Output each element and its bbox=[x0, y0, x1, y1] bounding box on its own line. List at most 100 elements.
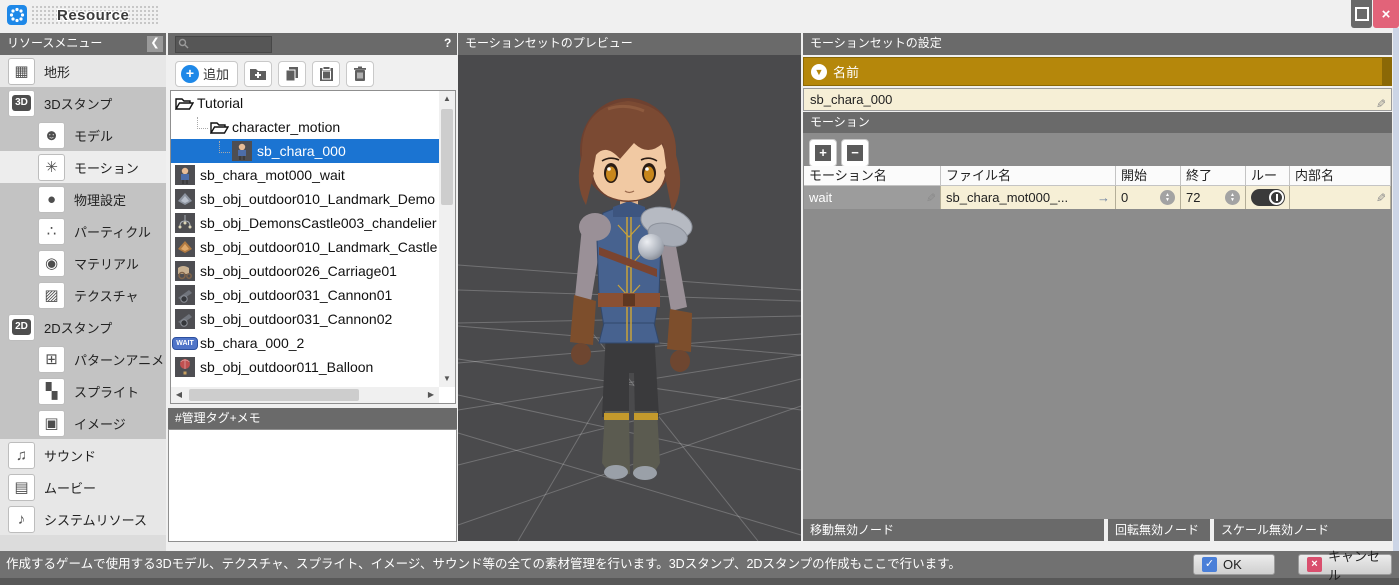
tree-item[interactable]: sb_obj_outdoor031_Cannon01 bbox=[171, 283, 439, 307]
sidebar-item-label: テクスチャ bbox=[74, 286, 138, 305]
tree-item-label: sb_chara_000_2 bbox=[200, 335, 304, 351]
sidebar-item-system-resource[interactable]: ♪システムリソース bbox=[0, 503, 166, 535]
sidebar-item-sound[interactable]: ♫サウンド bbox=[0, 439, 166, 471]
sidebar-item-label: パターンアニメ bbox=[74, 350, 164, 369]
scale-disabled-node-header[interactable]: スケール無効ノード bbox=[1214, 519, 1392, 541]
duplicate-icon bbox=[284, 66, 300, 82]
add-button[interactable]: + 追加 bbox=[175, 61, 238, 87]
motion-name-cell[interactable]: wait✎ bbox=[804, 186, 941, 209]
scroll-up-icon[interactable]: ▲ bbox=[439, 91, 455, 107]
file-name-cell[interactable]: sb_chara_mot000_...→ bbox=[941, 186, 1116, 209]
tree-item[interactable]: sb_obj_outdoor026_Carriage01 bbox=[171, 259, 439, 283]
close-button[interactable]: × bbox=[1373, 0, 1399, 28]
tree-item[interactable]: sb_chara_000 bbox=[171, 139, 439, 163]
tree-horizontal-scrollbar[interactable]: ◀ ▶ bbox=[171, 387, 439, 403]
physics-icon: ● bbox=[38, 186, 65, 213]
landmark-orange-thumbnail-icon bbox=[175, 237, 195, 257]
delete-button[interactable] bbox=[346, 61, 374, 87]
memo-textarea[interactable] bbox=[168, 429, 457, 542]
motion-tree: Tutorialcharacter_motionsb_chara_000sb_c… bbox=[170, 90, 456, 404]
sidebar-item-particle[interactable]: ∴パーティクル bbox=[0, 215, 166, 247]
memo-header: #管理タグ+メモ bbox=[168, 408, 457, 429]
motion-name-value: wait bbox=[809, 186, 925, 209]
scroll-down-icon[interactable]: ▼ bbox=[439, 371, 455, 387]
tree-folder[interactable]: Tutorial bbox=[171, 91, 439, 115]
tree-folder[interactable]: character_motion bbox=[171, 115, 439, 139]
sidebar-item-sprite[interactable]: ▚スプライト bbox=[0, 375, 166, 407]
tree-connector bbox=[197, 117, 208, 129]
memo-header-label: #管理タグ+メモ bbox=[175, 411, 261, 425]
plus-icon: + bbox=[815, 145, 831, 161]
status-bar: 作成するゲームで使用する3Dモデル、テクスチャ、スプライト、イメージ、サウンド等… bbox=[0, 551, 1399, 578]
folder-icon bbox=[210, 120, 229, 135]
sidebar-item-stamp-3d[interactable]: 3D3Dスタンプ bbox=[0, 87, 166, 119]
material-icon: ◉ bbox=[38, 250, 65, 277]
motion-icon: ✳ bbox=[38, 154, 65, 181]
new-folder-button[interactable] bbox=[244, 61, 272, 87]
help-button[interactable]: ? bbox=[444, 36, 451, 50]
loop-cell[interactable] bbox=[1246, 186, 1290, 209]
sidebar-item-pattern-anime[interactable]: ⊞パターンアニメ bbox=[0, 343, 166, 375]
tree-item[interactable]: sb_obj_outdoor011_Balloon bbox=[171, 355, 439, 379]
search-input[interactable] bbox=[175, 36, 272, 53]
sidebar-item-label: マテリアル bbox=[74, 254, 139, 273]
rotation-disabled-node-header[interactable]: 回転無効ノード bbox=[1108, 519, 1210, 541]
horizontal-scroll-thumb[interactable] bbox=[189, 389, 359, 401]
duplicate-button[interactable] bbox=[278, 61, 306, 87]
preview-viewport[interactable] bbox=[458, 55, 801, 541]
tree-vertical-scrollbar[interactable]: ▲ ▼ bbox=[439, 91, 455, 387]
sidebar-collapse-button[interactable]: ❮ bbox=[147, 36, 163, 52]
stepper-icon[interactable]: ▲▼ bbox=[1160, 190, 1175, 205]
tree-item[interactable]: sb_obj_DemonsCastle003_chandelier bbox=[171, 211, 439, 235]
title-bar[interactable]: Resource bbox=[0, 0, 1399, 30]
ok-button[interactable]: ✓ OK bbox=[1193, 554, 1275, 575]
vertical-scroll-thumb[interactable] bbox=[441, 109, 453, 205]
internal-name-cell[interactable]: ✎ bbox=[1290, 186, 1391, 209]
name-section-edge bbox=[1382, 58, 1391, 85]
loop-toggle[interactable] bbox=[1251, 189, 1285, 206]
tree-item[interactable]: sb_obj_outdoor010_Landmark_Demo bbox=[171, 187, 439, 211]
tree-item[interactable]: sb_obj_outdoor031_Cannon02 bbox=[171, 307, 439, 331]
terrain-icon: ▦ bbox=[8, 58, 35, 85]
sidebar-item-movie[interactable]: ▤ムービー bbox=[0, 471, 166, 503]
cross-icon: × bbox=[1307, 557, 1322, 572]
cancel-button[interactable]: × キャンセル bbox=[1298, 554, 1392, 575]
sidebar-item-motion[interactable]: ✳モーション bbox=[0, 151, 166, 183]
remove-motion-button[interactable]: − bbox=[841, 139, 869, 167]
name-section-bar[interactable]: ▼ 名前 bbox=[803, 57, 1392, 86]
sidebar-item-model[interactable]: ☻モデル bbox=[0, 119, 166, 151]
end-frame-cell[interactable]: 72▲▼ bbox=[1181, 186, 1246, 209]
tree-item-label: sb_obj_outdoor011_Balloon bbox=[200, 359, 373, 375]
sidebar-item-image[interactable]: ▣イメージ bbox=[0, 407, 166, 439]
sidebar-item-physics[interactable]: ●物理設定 bbox=[0, 183, 166, 215]
motion-table-data-row[interactable]: wait✎sb_chara_mot000_...→0▲▼72▲▼✎ bbox=[804, 186, 1391, 209]
column-header: ループ bbox=[1246, 166, 1290, 186]
character-preview bbox=[570, 98, 695, 480]
sidebar-item-material[interactable]: ◉ マテリアル bbox=[0, 247, 166, 279]
sidebar-item-texture[interactable]: ▨テクスチャ bbox=[0, 279, 166, 311]
cannon-thumbnail-icon bbox=[175, 309, 195, 329]
file-name-value: sb_chara_mot000_... bbox=[946, 186, 1097, 209]
sidebar-item-label: パーティクル bbox=[74, 222, 151, 241]
tree-item[interactable]: sb_obj_outdoor010_Landmark_Castle bbox=[171, 235, 439, 259]
move-disabled-node-header[interactable]: 移動無効ノード bbox=[803, 519, 1104, 541]
add-motion-button[interactable]: + bbox=[809, 139, 837, 167]
character-thumbnail-icon bbox=[175, 165, 195, 185]
sound-icon: ♫ bbox=[8, 442, 35, 469]
start-frame-cell[interactable]: 0▲▼ bbox=[1116, 186, 1181, 209]
paste-button[interactable] bbox=[312, 61, 340, 87]
scroll-right-icon[interactable]: ▶ bbox=[423, 387, 439, 403]
scroll-left-icon[interactable]: ◀ bbox=[171, 387, 187, 403]
window-right-border bbox=[1393, 28, 1399, 551]
settings-panel-header: モーションセットの設定 bbox=[803, 33, 1392, 55]
sidebar-item-stamp-2d[interactable]: 2D2Dスタンプ bbox=[0, 311, 166, 343]
edit-pencil-icon: ✎ bbox=[918, 192, 941, 202]
stepper-icon[interactable]: ▲▼ bbox=[1225, 190, 1240, 205]
tree-item[interactable]: sb_chara_mot000_wait bbox=[171, 163, 439, 187]
name-field[interactable]: sb_chara_000 ✎ bbox=[803, 88, 1392, 111]
sidebar-item-label: イメージ bbox=[74, 414, 126, 433]
tree-item[interactable]: WAITsb_chara_000_2 bbox=[171, 331, 439, 355]
sidebar-item-label: システムリソース bbox=[44, 510, 147, 529]
maximize-button[interactable] bbox=[1351, 0, 1372, 28]
sidebar-item-terrain[interactable]: ▦地形 bbox=[0, 55, 166, 87]
